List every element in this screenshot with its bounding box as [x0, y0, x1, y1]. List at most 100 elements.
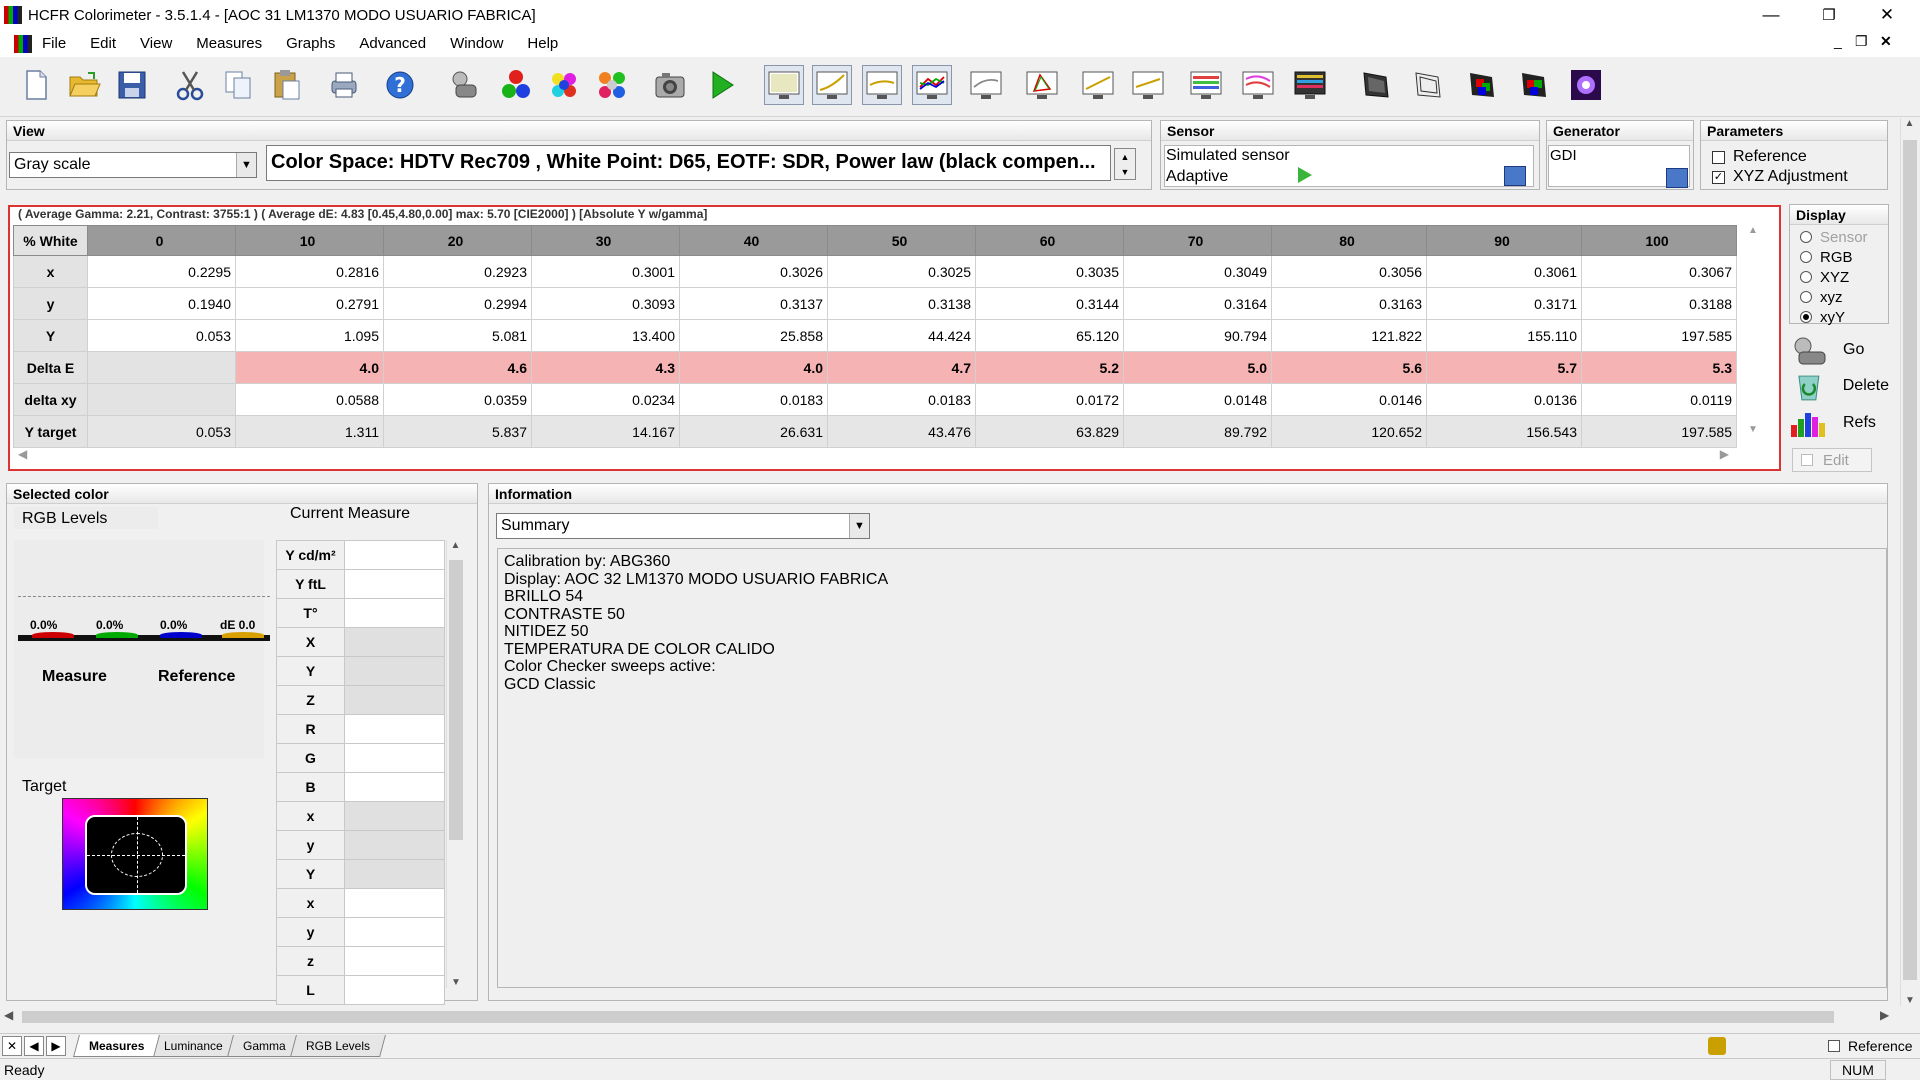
generator-config-icon[interactable]	[1666, 168, 1688, 188]
chevron-left-icon[interactable]: ◀	[18, 447, 27, 461]
rgb-patterns-icon[interactable]	[1462, 65, 1502, 105]
table-cell[interactable]: 0.3001	[531, 255, 680, 288]
chevron-down-icon[interactable]: ▼	[447, 977, 465, 988]
checkbox-icon[interactable]	[1828, 1040, 1840, 1052]
table-cell[interactable]: 0.3144	[975, 287, 1124, 320]
table-cell[interactable]: 63.829	[975, 415, 1124, 448]
table-cell[interactable]: 5.6	[1271, 351, 1427, 384]
near-white-graph-icon[interactable]	[1128, 65, 1168, 105]
scroll-thumb[interactable]	[1903, 140, 1917, 980]
table-cell[interactable]: 0.3049	[1123, 255, 1272, 288]
table-cell[interactable]: 0.3061	[1426, 255, 1582, 288]
chevron-down-icon[interactable]: ▼	[1745, 424, 1761, 435]
chevron-up-icon[interactable]: ▲	[447, 540, 464, 551]
display-option-rgb[interactable]: RGB	[1800, 247, 1868, 267]
table-cell[interactable]: 0.3026	[679, 255, 828, 288]
table-cell[interactable]: 90.794	[1123, 319, 1272, 352]
chevron-left-icon[interactable]: ◀	[4, 1008, 13, 1022]
mdi-restore-button[interactable]: ❐	[1855, 33, 1868, 50]
checkmark-icon[interactable]: ✓	[1712, 170, 1725, 184]
table-cell[interactable]: 156.543	[1426, 415, 1582, 448]
chevron-right-icon[interactable]: ▶	[1720, 447, 1729, 461]
restore-button[interactable]: ❐	[1800, 0, 1858, 30]
table-cell[interactable]: 5.0	[1123, 351, 1272, 384]
menu-measures[interactable]: Measures	[184, 35, 274, 52]
camera-icon[interactable]	[650, 65, 690, 105]
column-header[interactable]: 50	[827, 225, 976, 256]
table-cell[interactable]: 0.053	[87, 415, 236, 448]
mdi-minimize-button[interactable]: _	[1834, 33, 1842, 49]
chevron-down-icon[interactable]: ▼	[1901, 995, 1919, 1006]
table-cell[interactable]: 89.792	[1123, 415, 1272, 448]
table-cell[interactable]: 0.2295	[87, 255, 236, 288]
radio-icon[interactable]	[1800, 251, 1812, 263]
table-cell[interactable]: 197.585	[1581, 319, 1737, 352]
information-select[interactable]: Summary ▼	[496, 513, 870, 539]
column-header[interactable]: 100	[1581, 225, 1737, 256]
table-cell[interactable]: 43.476	[827, 415, 976, 448]
table-cell[interactable]: 0.0119	[1581, 383, 1737, 416]
table-cell[interactable]: 13.400	[531, 319, 680, 352]
chevron-right-icon[interactable]: ▶	[1880, 1008, 1889, 1022]
table-cell[interactable]: 0.3164	[1123, 287, 1272, 320]
measure-vscroll[interactable]: ▲ ▼	[446, 540, 464, 988]
radio-icon[interactable]	[1800, 271, 1812, 283]
delete-button[interactable]: Delete	[1789, 369, 1889, 403]
table-cell[interactable]: 0.0234	[531, 383, 680, 416]
menu-file[interactable]: File	[34, 35, 78, 52]
table-cell[interactable]: 0.3093	[531, 287, 680, 320]
table-cell[interactable]: 0.3067	[1581, 255, 1737, 288]
color-temp-graph-icon[interactable]	[966, 65, 1006, 105]
table-cell[interactable]: 4.3	[531, 351, 680, 384]
table-cell[interactable]: 0.3138	[827, 287, 976, 320]
menu-edit[interactable]: Edit	[78, 35, 128, 52]
table-cell[interactable]: 0.0183	[827, 383, 976, 416]
table-cell[interactable]: 1.311	[235, 415, 384, 448]
main-vscroll[interactable]: ▲ ▼	[1900, 118, 1918, 1006]
luminance-graph-icon[interactable]	[812, 65, 852, 105]
tab-next-icon[interactable]: ▶	[46, 1035, 66, 1056]
column-header[interactable]: 70	[1123, 225, 1272, 256]
minimize-button[interactable]: —	[1742, 0, 1800, 30]
chevron-down-icon[interactable]: ▼	[1121, 167, 1130, 177]
table-cell[interactable]: 197.585	[1581, 415, 1737, 448]
xyz-adjustment-checkbox[interactable]: ✓ XYZ Adjustment	[1712, 168, 1848, 186]
saturation-shift-graph-icon[interactable]	[1238, 65, 1278, 105]
column-header[interactable]: 0	[87, 225, 236, 256]
refs-button[interactable]: Refs	[1789, 406, 1889, 440]
table-cell[interactable]: 0.3137	[679, 287, 828, 320]
table-cell[interactable]: 1.095	[235, 319, 384, 352]
display-option-sensor[interactable]: Sensor	[1800, 227, 1868, 247]
table-cell[interactable]: 0.2923	[383, 255, 532, 288]
table-cell[interactable]: 0.0588	[235, 383, 384, 416]
sensor-probe-icon[interactable]	[444, 65, 484, 105]
column-header[interactable]: 60	[975, 225, 1124, 256]
table-cell[interactable]: 0.0146	[1271, 383, 1427, 416]
table-cell[interactable]: 0.2791	[235, 287, 384, 320]
scroll-thumb[interactable]	[449, 560, 463, 840]
ambient-light-icon[interactable]	[1566, 65, 1606, 105]
table-cell[interactable]: 4.0	[235, 351, 384, 384]
table-cell[interactable]: 5.3	[1581, 351, 1737, 384]
table-cell[interactable]: 0.3163	[1271, 287, 1427, 320]
go-button[interactable]: Go	[1789, 333, 1889, 367]
gray-scale-graph-icon[interactable]	[764, 65, 804, 105]
table-cell[interactable]: 4.0	[679, 351, 828, 384]
table-cell[interactable]: 120.652	[1271, 415, 1427, 448]
column-header[interactable]: 80	[1271, 225, 1427, 256]
rgb-levels-graph-icon[interactable]	[912, 65, 952, 105]
table-cell[interactable]: 0.3188	[1581, 287, 1737, 320]
tab-prev-icon[interactable]: ◀	[24, 1035, 44, 1056]
edit-button[interactable]: Edit	[1792, 448, 1872, 472]
tab-rgb-levels[interactable]: RGB Levels	[289, 1034, 386, 1057]
display-option-xyz[interactable]: XYZ	[1800, 267, 1868, 287]
menu-window[interactable]: Window	[438, 35, 515, 52]
table-cell[interactable]: 14.167	[531, 415, 680, 448]
measure-secondaries-icon[interactable]	[544, 65, 584, 105]
table-cell[interactable]: 44.424	[827, 319, 976, 352]
menu-help[interactable]: Help	[515, 35, 570, 52]
film-reel-icon[interactable]	[1356, 65, 1396, 105]
tools-icon[interactable]	[1708, 1037, 1726, 1055]
table-cell[interactable]: 0.3025	[827, 255, 976, 288]
play-icon[interactable]	[1298, 167, 1312, 183]
